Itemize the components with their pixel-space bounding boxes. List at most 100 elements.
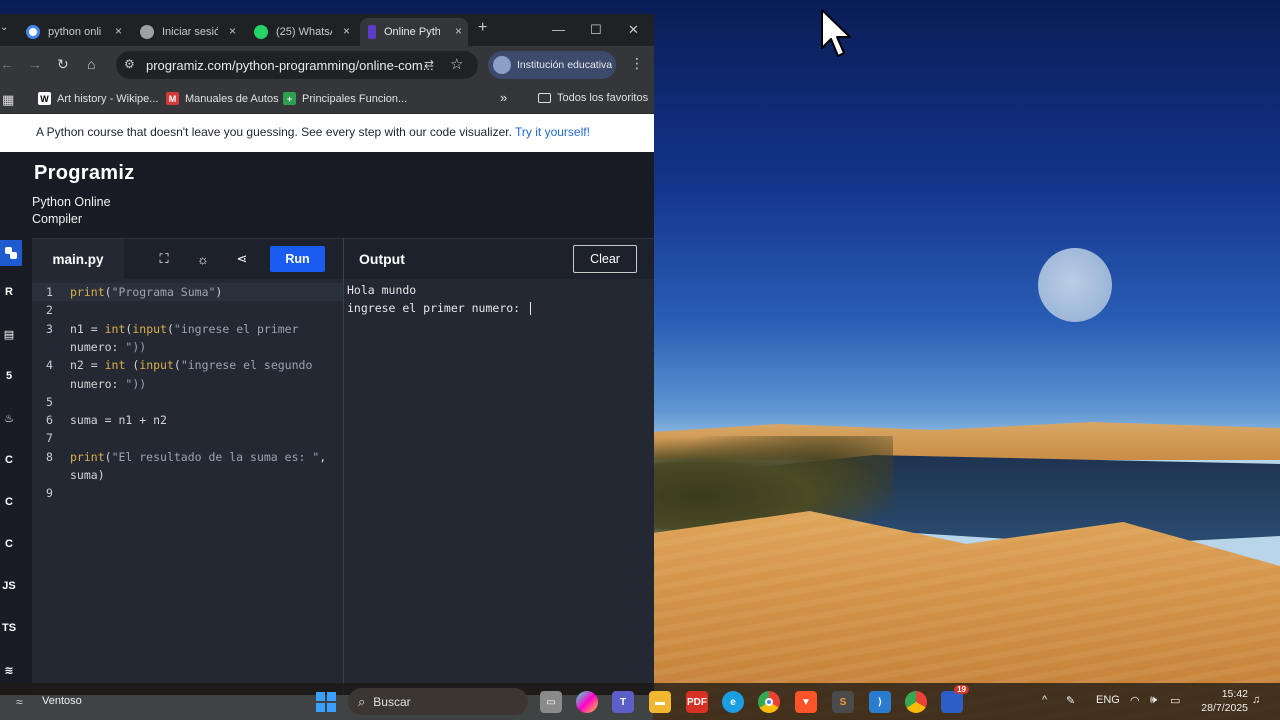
typescript-icon[interactable]: TS	[0, 618, 18, 638]
globe-icon	[140, 25, 154, 39]
file-explorer-icon[interactable]: ▬	[649, 691, 671, 713]
csharp-icon[interactable]: C	[0, 534, 18, 554]
new-tab-button[interactable]: +	[478, 19, 487, 37]
code-line[interactable]: 2	[32, 301, 343, 319]
cpp-icon[interactable]: C	[0, 492, 18, 512]
close-tab-icon[interactable]: ×	[455, 24, 462, 38]
site-header: Programiz Python Online Compiler	[0, 152, 654, 238]
bookmark-star-icon[interactable]: ☆	[450, 55, 463, 73]
code-text: suma = n1 + n2	[70, 413, 167, 428]
forward-icon[interactable]: →	[28, 56, 42, 72]
translate-icon[interactable]: ⇄	[424, 57, 434, 71]
minimize-button[interactable]: —	[552, 22, 565, 37]
tab-whatsapp[interactable]: (25) WhatsA ×	[246, 18, 356, 46]
clock-date: 28/7/2025	[1201, 702, 1248, 714]
mouse-cursor-icon	[821, 9, 851, 57]
chrome-icon[interactable]	[758, 691, 780, 713]
tab-online-python[interactable]: Online Pyth ×	[360, 18, 468, 46]
home-icon[interactable]: ⌂	[87, 56, 95, 72]
weather-widget[interactable]: ≈ Ventoso	[16, 695, 82, 709]
code-line[interactable]: numero: "))	[32, 338, 343, 356]
close-tab-icon[interactable]: ×	[115, 24, 122, 38]
line-number: 6	[46, 413, 53, 428]
tab-iniciar-sesion[interactable]: Iniciar sesió ×	[132, 18, 242, 46]
taskbar-search[interactable]: ⌕ Buscar	[348, 688, 528, 715]
code-line[interactable]: numero: "))	[32, 375, 343, 393]
code-text: print("El resultado de la suma es: ",	[70, 449, 327, 464]
pen-icon[interactable]: ✎	[1066, 694, 1075, 707]
banner-text: A Python course that doesn't leave you g…	[36, 125, 512, 139]
code-line[interactable]: 6 suma = n1 + n2	[32, 411, 343, 429]
moon	[1038, 248, 1112, 322]
edge-icon[interactable]: e	[722, 691, 744, 713]
r-icon[interactable]: R	[0, 282, 18, 302]
brave-icon[interactable]: ▼	[795, 691, 817, 713]
tray-chevron-icon[interactable]: ^	[1042, 694, 1047, 706]
zoom-icon[interactable]: 19	[941, 685, 969, 713]
profile-button[interactable]: Institución educativa	[488, 51, 616, 79]
wifi-icon[interactable]: ◠	[1130, 694, 1140, 707]
fullscreen-icon[interactable]: ⛶	[152, 247, 176, 271]
apps-grid-icon[interactable]: ▦	[2, 92, 14, 108]
code-line[interactable]: 5	[32, 393, 343, 411]
pdf-icon[interactable]: PDF	[686, 691, 708, 713]
start-button[interactable]	[316, 692, 336, 712]
maximize-button[interactable]: ☐	[590, 22, 602, 38]
site-info-icon[interactable]: ⚙	[124, 57, 135, 71]
url-text[interactable]: programiz.com/python-programming/online-…	[146, 58, 434, 73]
task-view-icon[interactable]: ▭	[540, 691, 562, 713]
output-console[interactable]: Hola mundo ingrese el primer numero:	[347, 281, 532, 317]
code-line[interactable]: suma)	[32, 466, 343, 484]
file-tab-main-py[interactable]: main.py	[32, 239, 124, 279]
code-line[interactable]: 3 n1 = int(input("ingrese el primer	[32, 320, 343, 338]
volume-icon[interactable]: 🕪	[1150, 694, 1157, 707]
close-tab-icon[interactable]: ×	[343, 24, 350, 38]
bookmarks-overflow-icon[interactable]: »	[500, 90, 507, 105]
share-icon[interactable]: ⋖	[230, 247, 254, 271]
language-sidebar: R ▤ 5 ♨ C C C JS TS ≋	[0, 238, 32, 695]
line-number: 2	[46, 303, 53, 318]
theme-toggle-icon[interactable]: ☼	[191, 247, 215, 271]
taskbar-clock[interactable]: 15:42 28/7/2025	[1196, 687, 1248, 715]
code-line[interactable]: 8 print("El resultado de la suma es: ",	[32, 448, 343, 466]
code-line[interactable]: 7	[32, 429, 343, 447]
language-indicator[interactable]: ENG	[1096, 694, 1120, 706]
promo-banner: A Python course that doesn't leave you g…	[0, 114, 654, 152]
vscode-icon[interactable]: ⟩	[869, 691, 891, 713]
close-tab-icon[interactable]: ×	[229, 24, 236, 38]
battery-icon[interactable]: ▭	[1170, 694, 1180, 707]
bookmark-manuales-autos[interactable]: M Manuales de Autos	[166, 92, 279, 105]
address-bar[interactable]: ⚙ programiz.com/python-programming/onlin…	[116, 51, 478, 79]
c-icon[interactable]: C	[0, 450, 18, 470]
bookmark-principales-funciones[interactable]: + Principales Funcion...	[283, 92, 407, 105]
copilot-icon[interactable]	[576, 691, 598, 713]
java-icon[interactable]: ♨	[0, 408, 18, 428]
code-line[interactable]: 9	[32, 484, 343, 502]
python-icon[interactable]	[0, 240, 22, 266]
browser-menu-icon[interactable]: ⋮	[630, 55, 644, 72]
code-line[interactable]: 4 n2 = int (input("ingrese el segundo	[32, 356, 343, 374]
swift-icon[interactable]: ≋	[0, 660, 18, 680]
code-line[interactable]: 1 print("Programa Suma")	[32, 283, 343, 301]
notification-bell-icon[interactable]: ♫	[1252, 694, 1260, 706]
zoom-badge: 19	[954, 685, 969, 694]
teams-icon[interactable]: T	[612, 691, 634, 713]
banner-link[interactable]: Try it yourself!	[515, 125, 590, 139]
javascript-icon[interactable]: JS	[0, 576, 18, 596]
all-bookmarks-folder[interactable]: Todos los favoritos	[538, 92, 648, 104]
bookmark-art-history[interactable]: W Art history - Wikipe...	[38, 92, 158, 105]
clear-button[interactable]: Clear	[573, 245, 637, 273]
tab-python-online[interactable]: python onli ×	[18, 18, 128, 46]
sql-icon[interactable]: ▤	[0, 324, 18, 344]
sublime-icon[interactable]: S	[832, 691, 854, 713]
page-subtitle: Python Online Compiler	[32, 195, 111, 226]
reload-icon[interactable]: ↻	[57, 56, 69, 73]
back-icon[interactable]: ←	[0, 56, 14, 72]
programiz-logo[interactable]: Programiz	[34, 162, 135, 185]
tab-search-chevron-icon[interactable]: ⌄	[0, 22, 8, 33]
close-window-button[interactable]: ✕	[628, 22, 639, 38]
chrome-profile-icon[interactable]	[905, 691, 927, 713]
html5-icon[interactable]: 5	[0, 366, 18, 386]
code-area[interactable]: 1 print("Programa Suma") 2 3 n1 = int(input(…	[32, 279, 343, 695]
run-button[interactable]: Run	[270, 246, 325, 272]
